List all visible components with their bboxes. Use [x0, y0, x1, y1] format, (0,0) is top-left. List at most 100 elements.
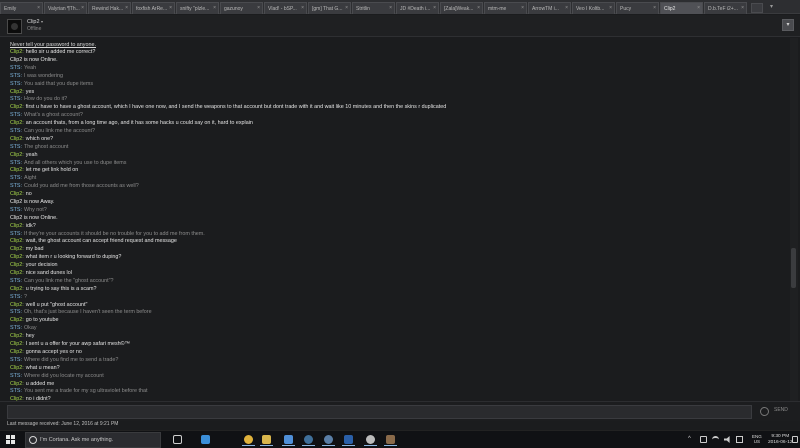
chat-message: STS: You sent me a trade for my sg ultrav… [10, 388, 790, 396]
windows-taskbar: I'm Cortana. Ask me anything. ^ ENG US 9:… [0, 430, 800, 448]
close-icon[interactable]: × [257, 5, 260, 11]
cortana-search-box[interactable]: I'm Cortana. Ask me anything. [25, 432, 161, 448]
chat-tab[interactable]: D.b.TeF i2+... × [704, 2, 747, 14]
tray-overflow-chevron-icon[interactable]: ^ [688, 436, 691, 442]
steam-icon[interactable] [302, 434, 315, 446]
file-explorer-icon[interactable] [260, 434, 273, 446]
send-button[interactable]: SEND [774, 407, 788, 413]
message-sender: Clip2: [10, 285, 24, 292]
chat-tab[interactable]: Clip2 × [660, 2, 703, 14]
close-icon[interactable]: × [389, 5, 392, 11]
steam-chat-icon-glyph [324, 435, 333, 444]
close-icon[interactable]: × [213, 5, 216, 11]
close-icon[interactable]: × [477, 5, 480, 11]
chat-scrollbar[interactable] [790, 38, 798, 401]
obs-icon[interactable] [364, 434, 377, 446]
clock[interactable]: 9:30 PM 2016-06-12 [768, 434, 793, 446]
close-icon[interactable]: × [81, 5, 84, 11]
chrome-icon[interactable] [242, 434, 255, 446]
friend-avatar[interactable] [7, 19, 22, 34]
close-icon[interactable]: × [169, 5, 172, 11]
windows-start-icon[interactable] [6, 435, 16, 445]
message-text: which one? [25, 135, 54, 142]
chat-log: Never tell your password to anyone. Clip… [0, 38, 790, 401]
tab-list-chevron-icon[interactable]: ▾ [770, 3, 773, 10]
message-text: well u put "ghost account" [25, 301, 88, 308]
photoshop-icon[interactable] [342, 434, 355, 446]
message-sender: Clip2: [10, 317, 24, 324]
message-text: yes [25, 88, 35, 95]
message-sender: STS: [10, 309, 22, 316]
chat-tab[interactable]: [gm] That G... × [308, 2, 351, 14]
steam-chat-icon[interactable] [322, 434, 335, 446]
friend-name[interactable]: Clip2 [27, 19, 40, 25]
edge-icon-glyph [201, 435, 210, 444]
close-icon[interactable]: × [741, 5, 744, 11]
chevron-down-icon[interactable]: ▾ [782, 19, 794, 31]
close-icon[interactable]: × [653, 5, 656, 11]
message-text: hello sir u added me correct? [25, 49, 96, 56]
cortana-placeholder: I'm Cortana. Ask me anything. [40, 437, 114, 443]
chat-tab[interactable]: Emily × [0, 2, 43, 14]
store-icon[interactable] [282, 434, 295, 446]
keyboard-icon[interactable] [736, 436, 743, 443]
close-icon[interactable]: × [697, 5, 700, 11]
game-window-icon[interactable] [384, 434, 397, 446]
chat-tab[interactable]: ArrowTM i... × [528, 2, 571, 14]
chat-tab[interactable]: mtm-me × [484, 2, 527, 14]
chat-tab[interactable]: Rewind Hak... × [88, 2, 131, 14]
chat-tab[interactable]: Vlad! - bSP... × [264, 2, 307, 14]
message-text: The ghost account [23, 143, 69, 150]
close-icon[interactable]: × [521, 5, 524, 11]
chat-message: STS: Aight [10, 175, 790, 183]
chat-tab[interactable]: foxfish ArRe... × [132, 2, 175, 14]
message-sender: STS: [10, 388, 22, 395]
message-text: no [25, 191, 32, 198]
status-message: Clip2 is now Online. [10, 215, 790, 223]
status-message: Clip2 is now Online. [10, 57, 790, 65]
language-indicator[interactable]: ENG US [752, 434, 762, 444]
chat-tab[interactable]: snifty "plzle... × [176, 2, 219, 14]
notification-center-icon[interactable] [792, 436, 798, 443]
chat-tab[interactable]: [Zala]Weak... × [440, 2, 483, 14]
close-icon[interactable]: × [609, 5, 612, 11]
chat-tab[interactable]: Pucy × [616, 2, 659, 14]
scrollbar-thumb[interactable] [791, 248, 796, 288]
close-icon[interactable]: × [37, 5, 40, 11]
chat-message: Clip2: let me get link hold on [10, 167, 790, 175]
message-sender: STS: [10, 72, 22, 79]
message-sender: Clip2: [10, 254, 24, 261]
close-icon[interactable]: × [565, 5, 568, 11]
message-input[interactable] [7, 405, 752, 419]
message-sender: STS: [10, 175, 22, 182]
volume-icon[interactable] [724, 436, 730, 443]
edge-icon[interactable] [199, 434, 212, 446]
message-text: what item r u looking forward to duping? [25, 254, 122, 261]
message-text: Can you link me the account? [23, 128, 96, 134]
battery-icon[interactable] [700, 436, 707, 443]
close-icon[interactable]: × [301, 5, 304, 11]
message-sender: STS: [10, 112, 22, 119]
message-text: Oh, that's just because I haven't seen t… [23, 309, 152, 316]
chat-tab[interactable]: gazunoy × [220, 2, 263, 14]
chat-message: Clip2: go to youtube [10, 317, 790, 325]
message-text: u added me [25, 380, 55, 387]
chat-tab[interactable]: Valyrian ¶Th... × [44, 2, 87, 14]
chat-tab[interactable]: Stritlin × [352, 2, 395, 14]
chat-message: Clip2: no [10, 191, 790, 199]
wifi-icon[interactable] [712, 436, 719, 443]
game-window-icon-glyph [386, 435, 395, 444]
close-icon[interactable]: × [345, 5, 348, 11]
friend-menu-chevron-icon[interactable]: ▾ [41, 19, 43, 24]
message-text: How do you do it? [23, 96, 68, 103]
task-view-icon[interactable] [171, 434, 184, 446]
emoticon-icon[interactable] [760, 407, 769, 416]
close-icon[interactable]: × [125, 5, 128, 11]
chat-tab[interactable]: JD #Death i... × [396, 2, 439, 14]
new-tab-button[interactable] [751, 3, 763, 13]
message-text: idk? [25, 222, 36, 229]
close-icon[interactable]: × [433, 5, 436, 11]
chat-tab[interactable]: Veo I Koltb... × [572, 2, 615, 14]
message-sender: STS: [10, 293, 22, 300]
chat-message: Clip2: I sent u a offer for your awp safa… [10, 341, 790, 349]
